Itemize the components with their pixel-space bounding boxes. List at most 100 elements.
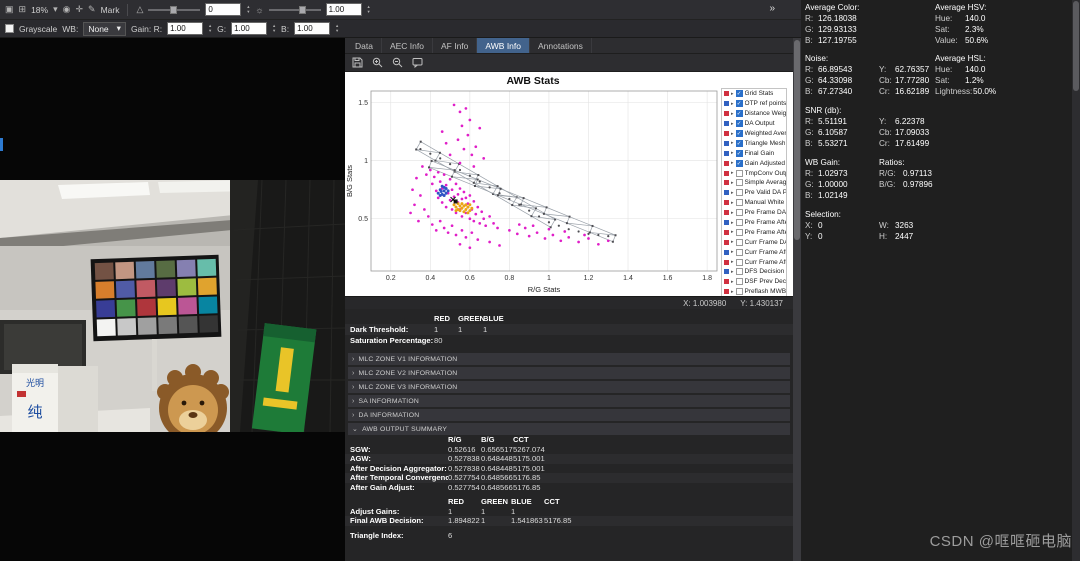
legend-expand-icon[interactable]: ▸ <box>731 259 734 265</box>
gamma-spinner[interactable]: ▲ ▼ <box>246 4 250 14</box>
gain-g-input[interactable] <box>231 22 268 35</box>
gamma-slider[interactable] <box>148 5 201 15</box>
gain-g-spinner[interactable]: ▲ ▼ <box>272 23 276 33</box>
legend-item-dfs-decision[interactable]: ▸ DFS Decision <box>722 267 786 277</box>
awb-chart-svg[interactable]: 0.2 0.4 0.6 0.8 1 1.2 1.4 1.6 1.8 0.5 1 1.5 R/G Stat… <box>345 87 721 295</box>
legend-checkbox[interactable] <box>735 288 743 296</box>
zoom-out-icon[interactable] <box>392 57 403 68</box>
legend-expand-icon[interactable]: ▸ <box>731 239 734 245</box>
legend-checkbox[interactable]: ✓ <box>735 110 743 118</box>
section-sa-information[interactable]: › SA INFORMATION <box>348 395 790 407</box>
gain-r-input[interactable] <box>167 22 204 35</box>
legend-item-pre-frame-after[interactable]: ▸ Pre Frame After <box>722 218 786 228</box>
legend-expand-icon[interactable]: ▸ <box>731 170 734 176</box>
zoom-in-icon[interactable] <box>372 57 383 68</box>
legend-checkbox[interactable]: ✓ <box>735 149 743 157</box>
legend-expand-icon[interactable]: ▸ <box>731 140 734 146</box>
legend-item-gain-adjusted-f[interactable]: ▸✓Gain Adjusted F <box>722 158 786 168</box>
legend-expand-icon[interactable]: ▸ <box>731 220 734 226</box>
legend-expand-icon[interactable]: ▸ <box>731 121 734 127</box>
gain-b-input[interactable] <box>294 22 331 35</box>
legend-checkbox[interactable] <box>735 219 743 227</box>
legend-item-da-output[interactable]: ▸ ✓ DA Output <box>722 119 786 129</box>
gamma-input[interactable] <box>205 3 242 16</box>
legend-expand-icon[interactable]: ▸ <box>731 200 734 206</box>
legend-expand-icon[interactable]: ▸ <box>731 101 734 107</box>
gain-r-spinner[interactable]: ▲ ▼ <box>208 23 212 33</box>
tab-annotations[interactable]: Annotations <box>530 38 592 53</box>
legend-item-manual-white-b[interactable]: ▸ Manual White B <box>722 198 786 208</box>
legend-expand-icon[interactable]: ▸ <box>731 111 734 117</box>
collapse-toolbar-button[interactable]: » <box>769 3 775 14</box>
legend-checkbox[interactable]: ✓ <box>735 159 743 167</box>
legend-expand-icon[interactable]: ▸ <box>731 180 734 186</box>
crosshair-icon[interactable]: ✛ <box>75 4 83 15</box>
legend-checkbox[interactable]: ✓ <box>735 90 743 98</box>
brightness-input[interactable] <box>325 3 362 16</box>
tab-af-info[interactable]: AF Info <box>433 38 478 53</box>
section-mlc-zone-v2-information[interactable]: › MLC ZONE V2 INFORMATION <box>348 367 790 379</box>
legend-checkbox[interactable] <box>735 169 743 177</box>
legend-expand-icon[interactable]: ▸ <box>731 150 734 156</box>
grid-icon[interactable]: ⊞ <box>19 4 27 15</box>
legend-checkbox[interactable] <box>735 199 743 207</box>
tab-awb-info[interactable]: AWB Info <box>477 38 530 53</box>
legend-expand-icon[interactable]: ▸ <box>731 210 734 216</box>
legend-checkbox[interactable] <box>735 209 743 217</box>
legend-item-distance-weight[interactable]: ▸✓Distance Weight <box>722 109 786 119</box>
camera-preview[interactable]: 光明 纯 <box>0 38 345 561</box>
legend-item-curr-frame-afte[interactable]: ▸ Curr Frame Afte <box>722 247 786 257</box>
legend-item-final-gain[interactable]: ▸ ✓ Final Gain <box>722 148 786 158</box>
legend-item-curr-frame-afte[interactable]: ▸ Curr Frame Afte <box>722 257 786 267</box>
legend-item-pre-frame-after[interactable]: ▸ Pre Frame After <box>722 227 786 237</box>
legend-item-grid-stats[interactable]: ▸ ✓ Grid Stats <box>722 89 786 99</box>
legend-checkbox[interactable] <box>735 278 743 286</box>
section-da-information[interactable]: › DA INFORMATION <box>348 409 790 421</box>
zoom-percent-label[interactable]: 18% <box>31 5 48 15</box>
legend-item-weighted-avera[interactable]: ▸ ✓ Weighted Avera <box>722 129 786 139</box>
wb-dropdown[interactable]: None ▾ <box>83 21 126 36</box>
mark-label[interactable]: Mark <box>101 5 120 15</box>
eye-icon[interactable]: ◉ <box>63 4 71 15</box>
legend-expand-icon[interactable]: ▸ <box>731 160 734 166</box>
save-icon[interactable] <box>352 57 363 68</box>
brightness-slider[interactable] <box>268 5 321 15</box>
legend-checkbox[interactable]: ✓ <box>735 120 743 128</box>
section-mlc-zone-v3-information[interactable]: › MLC ZONE V3 INFORMATION <box>348 381 790 393</box>
section-awb-output-summary[interactable]: ⌄ AWB OUTPUT SUMMARY <box>348 423 790 435</box>
legend-checkbox[interactable] <box>735 268 743 276</box>
grayscale-checkbox[interactable] <box>5 24 14 33</box>
middle-scrollbar[interactable] <box>793 38 801 561</box>
tab-data[interactable]: Data <box>347 38 382 53</box>
section-mlc-zone-v1-information[interactable]: › MLC ZONE V1 INFORMATION <box>348 353 790 365</box>
scrollbar-thumb[interactable] <box>794 40 800 240</box>
legend-expand-icon[interactable]: ▸ <box>731 131 734 137</box>
legend-checkbox[interactable] <box>735 248 743 256</box>
legend-checkbox[interactable] <box>735 189 743 197</box>
legend-expand-icon[interactable]: ▸ <box>731 289 734 295</box>
scrollbar-thumb[interactable] <box>1073 1 1079 91</box>
mark-icon[interactable]: ✎ <box>88 4 96 15</box>
image-icon[interactable]: ▣ <box>5 4 14 15</box>
legend-expand-icon[interactable]: ▸ <box>731 279 734 285</box>
legend-item-triangle-mesh[interactable]: ▸ ✓ Triangle Mesh <box>722 138 786 148</box>
legend-checkbox[interactable] <box>735 228 743 236</box>
legend-expand-icon[interactable]: ▸ <box>731 269 734 275</box>
legend-expand-icon[interactable]: ▸ <box>731 91 734 97</box>
tab-aec-info[interactable]: AEC Info <box>382 38 433 53</box>
legend-item-curr-frame-da[interactable]: ▸ Curr Frame DA <box>722 237 786 247</box>
legend-item-dsf-prev-decisi[interactable]: ▸ DSF Prev Decisi <box>722 277 786 287</box>
legend-item-pre-frame-da-o[interactable]: ▸ Pre Frame DA O <box>722 208 786 218</box>
legend-checkbox[interactable]: ✓ <box>735 100 743 108</box>
zoom-caret-icon[interactable]: ▾ <box>53 4 58 15</box>
legend-expand-icon[interactable]: ▸ <box>731 249 734 255</box>
legend-checkbox[interactable]: ✓ <box>735 139 743 147</box>
annotation-icon[interactable] <box>412 57 423 68</box>
legend-item-simple-average[interactable]: ▸ Simple Average <box>722 178 786 188</box>
legend-checkbox[interactable] <box>735 238 743 246</box>
legend-checkbox[interactable]: ✓ <box>735 130 743 137</box>
legend-expand-icon[interactable]: ▸ <box>731 190 734 196</box>
legend-item-otp-ref-points[interactable]: ▸ ✓ OTP ref points <box>722 99 786 109</box>
legend-item-tmpconv-outp[interactable]: ▸ TmpConv Outp <box>722 168 786 178</box>
brightness-spinner[interactable]: ▲ ▼ <box>367 4 371 14</box>
